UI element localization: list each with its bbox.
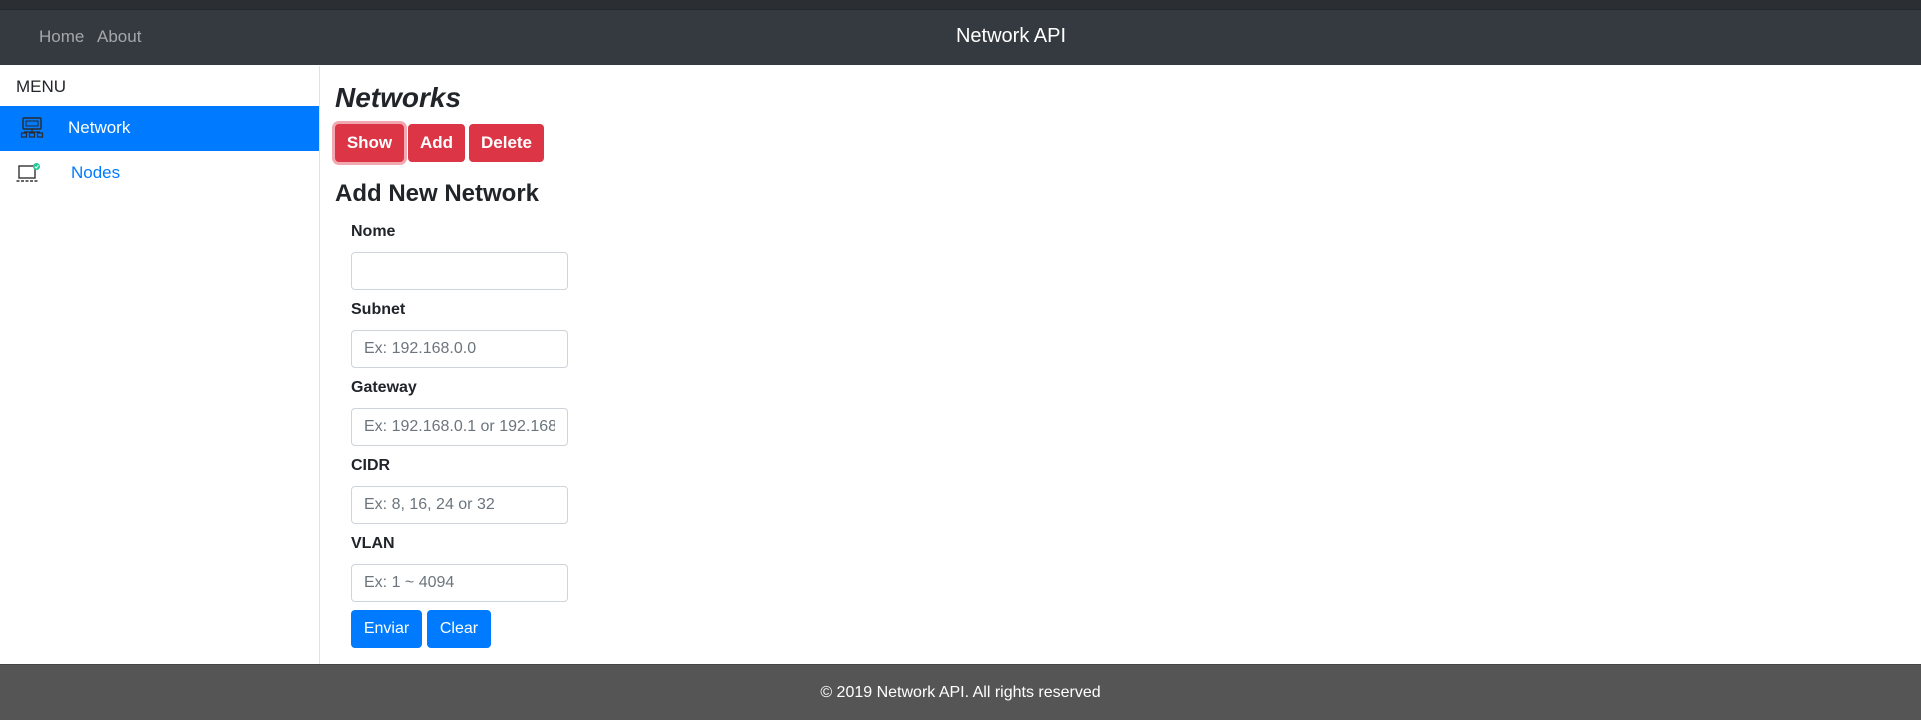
- footer: © 2019 Network API. All rights reserved: [0, 664, 1921, 721]
- footer-copyright: © 2019 Network API. All rights reserved: [820, 684, 1101, 701]
- gateway-label: Gateway: [351, 379, 417, 396]
- delete-button[interactable]: Delete: [469, 124, 544, 162]
- laptop-icon: [16, 162, 40, 184]
- cidr-input[interactable]: [351, 486, 568, 524]
- brand-container: Network API: [0, 25, 1921, 48]
- subnet-input[interactable]: [351, 330, 568, 368]
- sidebar-item-network-label: Network: [68, 118, 131, 137]
- gateway-input[interactable]: [351, 408, 568, 446]
- sidebar-item-nodes-label: Nodes: [71, 163, 121, 182]
- nav-home-link[interactable]: Home: [39, 27, 84, 47]
- cidr-label: CIDR: [351, 457, 391, 474]
- clear-button[interactable]: Clear: [427, 610, 491, 648]
- nav-about-link[interactable]: About: [97, 27, 141, 47]
- main-content: Networks Show Add Delete Add New Network…: [320, 66, 1921, 664]
- sidebar-item-nodes[interactable]: Nodes: [0, 151, 319, 196]
- vlan-input[interactable]: [351, 564, 568, 602]
- sidebar-menu-title: MENU: [16, 77, 67, 96]
- brand-title[interactable]: Network API: [956, 25, 1066, 47]
- top-window-strip: [0, 0, 1921, 10]
- network-icon: [20, 117, 44, 139]
- subnet-label: Subnet: [351, 301, 406, 318]
- sidebar-item-network[interactable]: Network: [0, 106, 319, 151]
- add-button[interactable]: Add: [408, 124, 465, 162]
- sidebar: MENU Network Nodes: [0, 66, 320, 664]
- show-button[interactable]: Show: [335, 124, 404, 162]
- submit-button[interactable]: Enviar: [351, 610, 422, 648]
- nome-input[interactable]: [351, 252, 568, 290]
- bottom-strip: [0, 720, 1921, 727]
- form-section-title: Add New Network: [335, 180, 540, 207]
- page-title: Networks: [335, 82, 462, 113]
- nome-label: Nome: [351, 223, 396, 240]
- navbar: Home About Network API: [0, 10, 1921, 65]
- vlan-label: VLAN: [351, 535, 395, 552]
